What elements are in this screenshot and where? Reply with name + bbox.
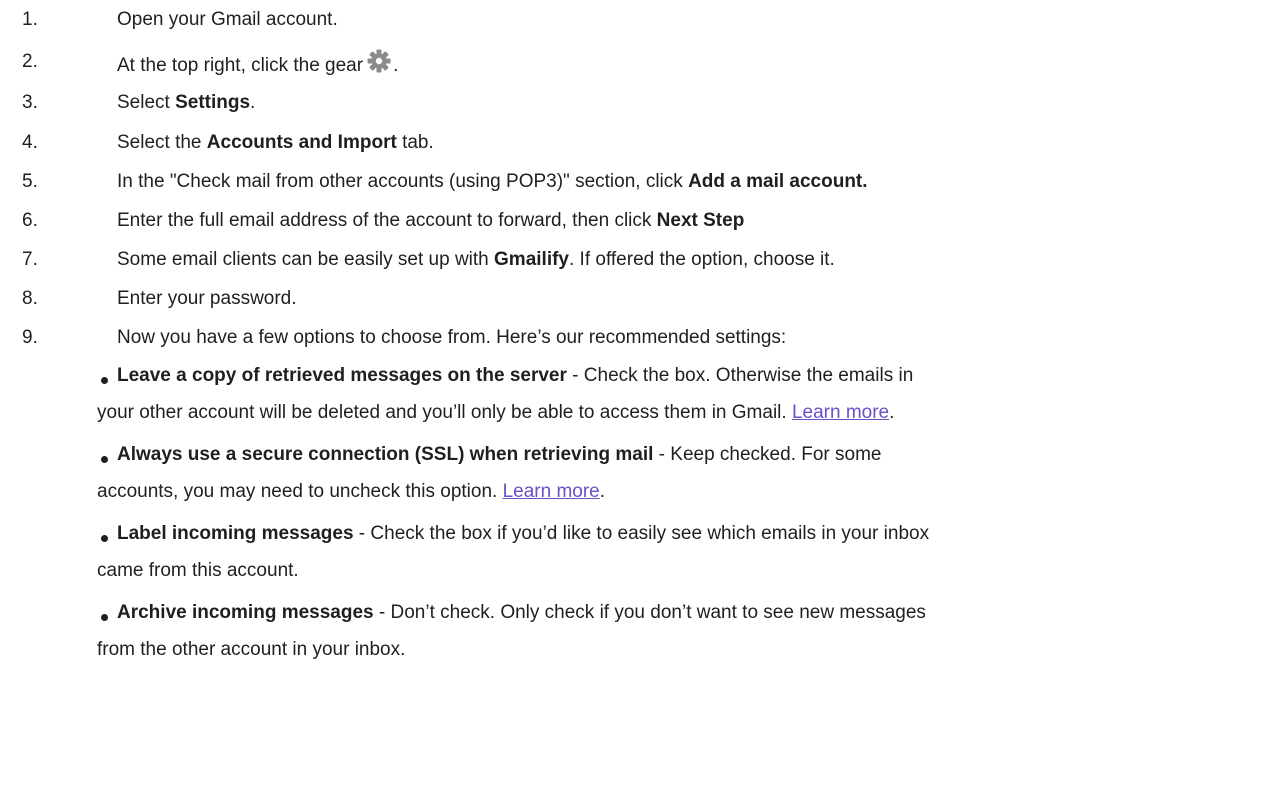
gear-icon bbox=[366, 48, 392, 74]
step-number: 9. bbox=[22, 327, 38, 348]
step-number: 7. bbox=[22, 249, 38, 270]
step-number: 1. bbox=[22, 9, 38, 30]
step-number: 2. bbox=[22, 51, 38, 72]
step-text: Enter your password. bbox=[117, 288, 297, 309]
bullet-icon bbox=[101, 614, 108, 621]
step-text: Now you have a few options to choose fro… bbox=[117, 327, 787, 348]
step-number: 3. bbox=[22, 92, 38, 113]
learn-more-link[interactable]: Learn more bbox=[792, 402, 889, 423]
step-number: 8. bbox=[22, 288, 38, 309]
bullet-icon bbox=[101, 377, 108, 384]
instructions-document: 1. Open your Gmail account. 2. At the to… bbox=[0, 0, 1265, 804]
step-text: Select Settings. bbox=[117, 92, 256, 113]
step-text: Enter the full email address of the acco… bbox=[117, 210, 745, 231]
step-text: Open your Gmail account. bbox=[117, 9, 338, 30]
option-title: Leave a copy of retrieved messages on th… bbox=[117, 365, 567, 386]
step-number: 5. bbox=[22, 171, 38, 192]
step-number: 4. bbox=[22, 132, 38, 153]
option-title: Always use a secure connection (SSL) whe… bbox=[117, 444, 654, 465]
option-title: Archive incoming messages bbox=[117, 602, 374, 623]
option-title: Label incoming messages bbox=[117, 523, 354, 544]
step-number: 6. bbox=[22, 210, 38, 231]
bullet-icon bbox=[101, 535, 108, 542]
step-text: Some email clients can be easily set up … bbox=[117, 249, 835, 270]
step-text: In the "Check mail from other accounts (… bbox=[117, 171, 868, 192]
step-text: Select the Accounts and Import tab. bbox=[117, 132, 434, 153]
learn-more-link[interactable]: Learn more bbox=[503, 481, 600, 502]
step-text: At the top right, click the gear. bbox=[117, 48, 398, 80]
bullet-icon bbox=[101, 456, 108, 463]
